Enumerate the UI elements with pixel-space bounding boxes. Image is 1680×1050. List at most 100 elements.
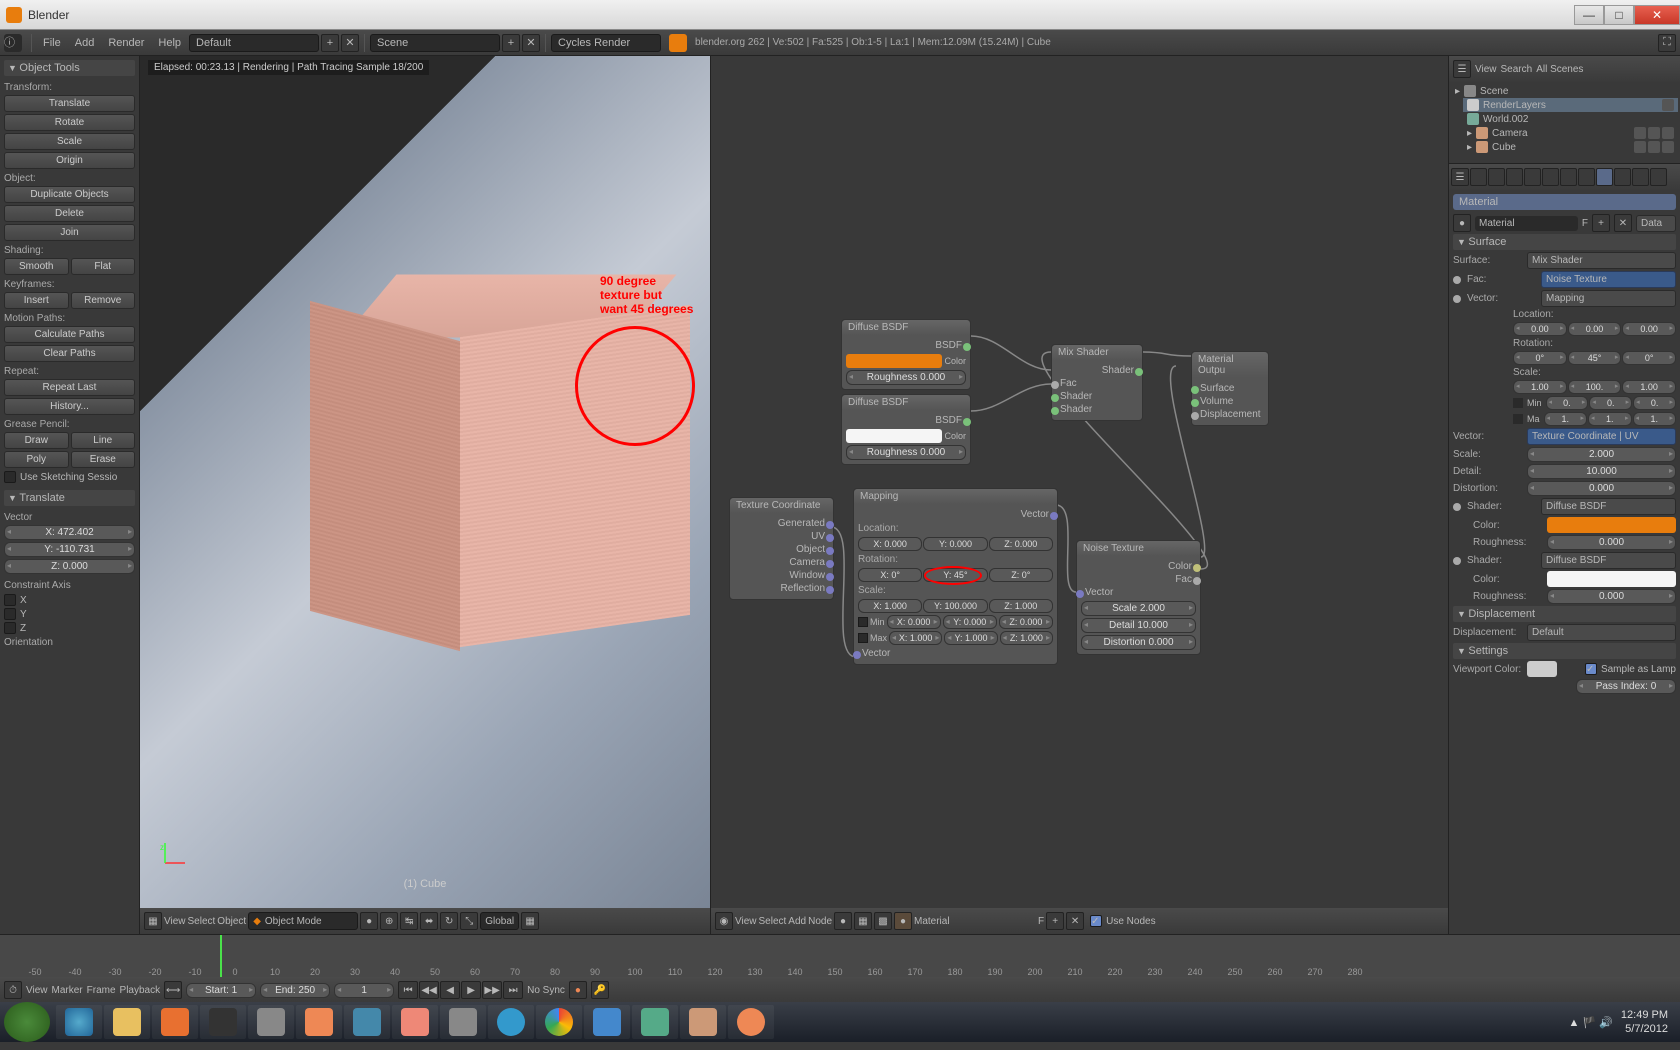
constraint-z-checkbox[interactable]	[4, 622, 16, 634]
manipulator-icon[interactable]: ↹	[400, 912, 418, 930]
outliner-item-scene[interactable]: ▸Scene	[1451, 84, 1678, 98]
vec-src-dropdown[interactable]: Texture Coordinate | UV	[1527, 428, 1676, 445]
constraint-y-checkbox[interactable]	[4, 608, 16, 620]
menu-add[interactable]: Add	[69, 37, 101, 49]
taskbar-app9[interactable]	[680, 1005, 726, 1039]
tray-icons[interactable]: ▲ 🏴 🔊	[1569, 1016, 1613, 1029]
outliner-search-menu[interactable]: Search	[1501, 64, 1533, 75]
translate-button[interactable]: Translate	[4, 95, 135, 112]
material-slot[interactable]: Material	[1453, 194, 1676, 210]
loc-x[interactable]: X: 0.000	[858, 537, 922, 551]
color-swatch[interactable]	[846, 429, 942, 443]
del-mat-btn[interactable]: ✕	[1614, 214, 1632, 232]
sc-x[interactable]: 1.00	[1513, 380, 1567, 394]
color2-swatch[interactable]	[1547, 571, 1676, 587]
tl-marker-menu[interactable]: Marker	[52, 985, 83, 996]
taskbar-app2[interactable]	[248, 1005, 294, 1039]
history-button[interactable]: History...	[4, 398, 135, 415]
gp-poly-button[interactable]: Poly	[4, 451, 69, 468]
max-check[interactable]	[1513, 414, 1523, 424]
translate-z-field[interactable]: Z: 0.000	[4, 559, 135, 574]
roughness-field[interactable]: Roughness 0.000	[846, 370, 966, 385]
physics-tab[interactable]	[1650, 168, 1667, 186]
menu-help[interactable]: Help	[152, 37, 187, 49]
max-checkbox[interactable]	[858, 633, 868, 643]
noise-scale-field[interactable]: 2.000	[1527, 447, 1676, 462]
surface-panel-header[interactable]: Surface	[1453, 234, 1676, 250]
loc-z[interactable]: Z: 0.000	[989, 537, 1053, 551]
rot-z[interactable]: 0°	[1622, 351, 1676, 365]
node-diffuse-bsdf-2[interactable]: Diffuse BSDF BSDF Color Roughness 0.000	[841, 394, 971, 465]
gp-draw-button[interactable]: Draw	[4, 432, 69, 449]
taskbar-media[interactable]	[152, 1005, 198, 1039]
node-noise-texture[interactable]: Noise Texture Color Fac Vector Scale 2.0…	[1076, 540, 1201, 655]
rot-x[interactable]: X: 0°	[858, 568, 922, 582]
outliner-item-cube[interactable]: ▸Cube	[1463, 140, 1678, 154]
scale-y[interactable]: Y: 100.000	[923, 599, 987, 613]
sample-lamp-check[interactable]: ✓	[1585, 663, 1597, 675]
translate-manip-icon[interactable]: ⬌	[420, 912, 438, 930]
play-reverse-button[interactable]: ◀	[440, 981, 460, 999]
mat-icon[interactable]: ●	[894, 912, 912, 930]
ne-node-menu[interactable]: Node	[808, 916, 832, 927]
tex-type-icon[interactable]: ▩	[874, 912, 892, 930]
play-button[interactable]: ▶	[461, 981, 481, 999]
shader-type-icon[interactable]: ●	[834, 912, 852, 930]
system-clock[interactable]: 12:49 PM 5/7/2012	[1621, 1008, 1668, 1036]
disp-dropdown[interactable]: Default	[1527, 624, 1676, 641]
minimize-button[interactable]: —	[1574, 5, 1604, 25]
rot-x[interactable]: 0°	[1513, 351, 1567, 365]
shader2-dropdown[interactable]: Diffuse BSDF	[1541, 552, 1676, 569]
node-mix-shader[interactable]: Mix Shader Shader Fac Shader Shader	[1051, 344, 1143, 421]
tl-view-menu[interactable]: View	[26, 985, 48, 996]
settings-panel-header[interactable]: Settings	[1453, 643, 1676, 659]
taskbar-app10[interactable]	[728, 1005, 774, 1039]
taskbar-app5[interactable]	[392, 1005, 438, 1039]
next-keyframe-button[interactable]: ▶▶	[482, 981, 502, 999]
taskbar-ie[interactable]	[56, 1005, 102, 1039]
loc-y[interactable]: Y: 0.000	[923, 537, 987, 551]
add-layout-button[interactable]: +	[321, 34, 339, 52]
ne-add-menu[interactable]: Add	[788, 916, 806, 927]
comp-type-icon[interactable]: ▦	[854, 912, 872, 930]
prev-keyframe-button[interactable]: ◀◀	[419, 981, 439, 999]
editor-type-icon[interactable]: ☰	[1453, 60, 1471, 78]
start-button[interactable]	[4, 1002, 50, 1042]
origin-button[interactable]: Origin	[4, 152, 135, 169]
use-nodes-checkbox[interactable]: ✓	[1090, 915, 1102, 927]
modifiers-tab[interactable]	[1560, 168, 1577, 186]
outliner-view-menu[interactable]: View	[1475, 64, 1497, 75]
color-swatch[interactable]	[846, 354, 942, 368]
noise-detail[interactable]: Detail 10.000	[1081, 618, 1196, 633]
rot-y[interactable]: 45°	[1568, 351, 1622, 365]
loc-z[interactable]: 0.00	[1622, 322, 1676, 336]
close-button[interactable]: ✕	[1634, 5, 1680, 25]
translate-panel-header[interactable]: Translate	[4, 490, 135, 506]
repeat-last-button[interactable]: Repeat Last	[4, 379, 135, 396]
insert-keyframe-button[interactable]: Insert	[4, 292, 69, 309]
translate-x-field[interactable]: X: 472.402	[4, 525, 135, 540]
min-check[interactable]	[1513, 398, 1523, 408]
material-tab[interactable]	[1596, 168, 1613, 186]
rough1-field[interactable]: 0.000	[1547, 535, 1676, 550]
noise-distortion[interactable]: Distortion 0.000	[1081, 635, 1196, 650]
remove-keyframe-button[interactable]: Remove	[71, 292, 136, 309]
noise-dist-field[interactable]: 0.000	[1527, 481, 1676, 496]
menu-file[interactable]: File	[37, 37, 67, 49]
add-scene-button[interactable]: +	[502, 34, 520, 52]
delete-button[interactable]: Delete	[4, 205, 135, 222]
scene-tab[interactable]	[1488, 168, 1505, 186]
orientation-dropdown[interactable]: Global	[480, 912, 519, 930]
world-tab[interactable]	[1506, 168, 1523, 186]
vp-view-menu[interactable]: View	[164, 916, 186, 927]
gp-erase-button[interactable]: Erase	[71, 451, 136, 468]
remove-scene-button[interactable]: ✕	[522, 34, 540, 52]
remove-layout-button[interactable]: ✕	[341, 34, 359, 52]
end-frame[interactable]: End: 250	[260, 983, 330, 998]
shader1-dropdown[interactable]: Diffuse BSDF	[1541, 498, 1676, 515]
sc-y[interactable]: 100.	[1568, 380, 1622, 394]
start-frame[interactable]: Start: 1	[186, 983, 256, 998]
maximize-button[interactable]: □	[1604, 5, 1634, 25]
scale-manip-icon[interactable]: ⤡	[460, 912, 478, 930]
outliner-item-camera[interactable]: ▸Camera	[1463, 126, 1678, 140]
